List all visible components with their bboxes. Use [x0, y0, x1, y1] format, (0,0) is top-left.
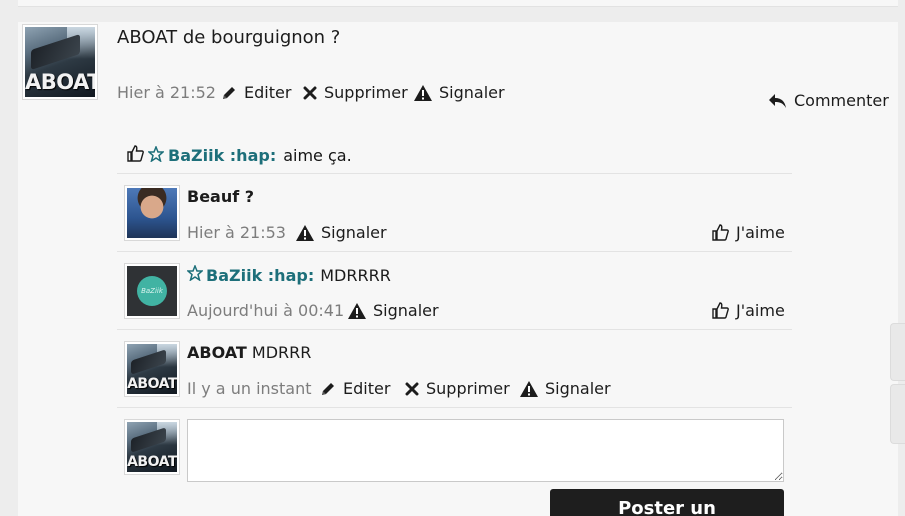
close-icon — [405, 382, 419, 396]
post-comment-button[interactable]: Poster un commentaire — [550, 489, 784, 516]
comment-body: MDRRRR — [320, 265, 391, 285]
divider — [117, 173, 792, 174]
comment-avatar[interactable]: BaZiik — [124, 263, 180, 319]
likes-summary: BaZiik :hap: aime ça. — [127, 144, 352, 166]
thumbs-up-icon — [712, 224, 729, 241]
comment-timestamp[interactable]: Aujourd'hui à 00:41 — [187, 301, 344, 320]
thumbs-up-icon — [127, 145, 144, 166]
star-icon — [147, 144, 165, 166]
report-label: Signaler — [545, 379, 611, 398]
edit-label: Editer — [244, 83, 292, 102]
avatar-text: ABOAT — [25, 70, 95, 95]
like-label: J'aime — [736, 301, 785, 320]
comment-author-link[interactable]: BaZiik :hap: — [206, 266, 314, 285]
comment-label: Commenter — [794, 91, 889, 110]
previous-post-edge — [18, 0, 898, 7]
comment-avatar[interactable] — [124, 185, 180, 241]
avatar-image — [127, 188, 177, 238]
avatar-image: ABOAT — [25, 27, 95, 97]
comment-body: MDRRR — [251, 343, 312, 362]
reply-arrow-icon — [768, 93, 787, 109]
avatar-image: BaZiik — [127, 266, 177, 316]
avatar-image: ABOAT — [127, 422, 177, 472]
comment-text: ABOAT MDRRR — [187, 343, 311, 362]
comment-text: Beauf ? — [187, 187, 255, 206]
liker-name-link[interactable]: BaZiik :hap: — [168, 146, 276, 165]
star-icon — [186, 263, 204, 285]
avatar-image: ABOAT — [127, 344, 177, 394]
report-label: Signaler — [373, 301, 439, 320]
like-label: J'aime — [736, 223, 785, 242]
warning-icon — [414, 84, 432, 101]
warning-icon — [520, 380, 538, 397]
warning-icon — [348, 302, 366, 319]
side-scroll-tab[interactable] — [890, 323, 905, 381]
delete-label: Supprimer — [324, 83, 408, 102]
like-comment-button[interactable]: J'aime — [712, 301, 785, 320]
comment-text: BaZiik :hap: MDRRRR — [186, 263, 391, 285]
thumbs-up-icon — [712, 302, 729, 319]
delete-label: Supprimer — [426, 379, 510, 398]
side-scroll-tab[interactable] — [890, 384, 905, 444]
report-label: Signaler — [321, 223, 387, 242]
avatar-text: ABOAT — [127, 376, 177, 392]
comment-author-link[interactable]: ABOAT — [187, 343, 247, 362]
report-comment-button[interactable]: Signaler — [296, 223, 387, 242]
report-comment-button[interactable]: Signaler — [348, 301, 439, 320]
report-post-button[interactable]: Signaler — [414, 83, 505, 102]
divider — [117, 251, 792, 252]
report-label: Signaler — [439, 83, 505, 102]
pencil-icon — [320, 381, 336, 397]
report-comment-button[interactable]: Signaler — [520, 379, 611, 398]
comment-timestamp[interactable]: Hier à 21:53 — [187, 223, 286, 242]
likes-text: aime ça. — [283, 146, 352, 165]
warning-icon — [296, 224, 314, 241]
avatar-text: ABOAT — [127, 454, 177, 470]
edit-post-button[interactable]: Editer — [221, 83, 291, 102]
like-comment-button[interactable]: J'aime — [712, 223, 785, 242]
delete-post-button[interactable]: Supprimer — [303, 83, 408, 102]
divider — [117, 407, 792, 408]
comment-avatar[interactable]: ABOAT — [124, 341, 180, 397]
divider — [117, 329, 792, 330]
close-icon — [303, 86, 317, 100]
edit-label: Editer — [343, 379, 391, 398]
comment-timestamp[interactable]: Il y a un instant — [187, 379, 311, 398]
composer-avatar: ABOAT — [124, 419, 180, 475]
delete-comment-button[interactable]: Supprimer — [405, 379, 510, 398]
post-author-avatar[interactable]: ABOAT — [22, 24, 98, 100]
avatar-logo-text: BaZiik — [137, 276, 167, 306]
post-title: ABOAT de bourguignon ? — [117, 27, 341, 48]
pencil-icon — [221, 85, 237, 101]
comment-button[interactable]: Commenter — [768, 91, 889, 110]
post-timestamp[interactable]: Hier à 21:52 — [117, 83, 216, 102]
edit-comment-button[interactable]: Editer — [320, 379, 390, 398]
comment-input[interactable] — [187, 419, 784, 482]
